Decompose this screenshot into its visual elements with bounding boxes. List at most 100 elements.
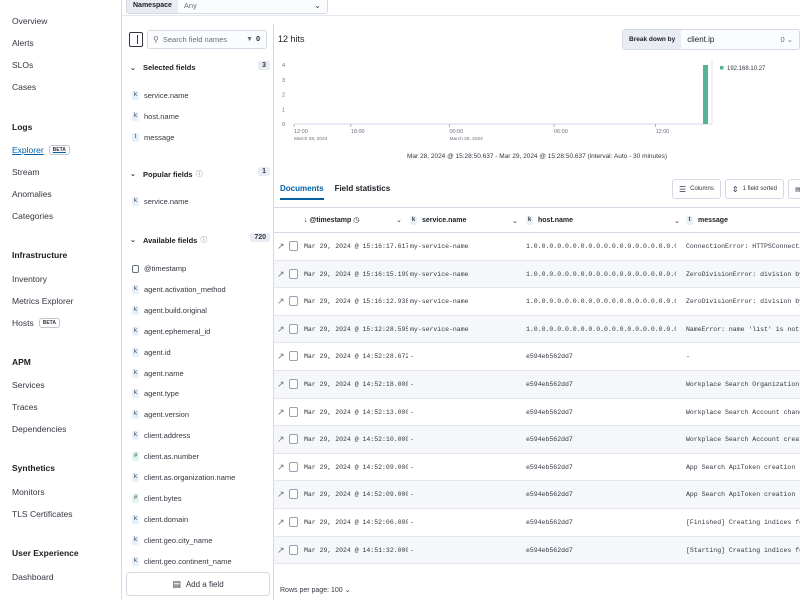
table-row[interactable]: ↗ Mar 29, 2024 @ 14:52:06.000- e594eb562dd… — [274, 509, 800, 537]
field-item[interactable]: k client.geo.city_name — [132, 535, 212, 545]
nav-anomalies[interactable]: Anomalies — [12, 189, 52, 199]
table-row[interactable]: ↗ Mar 29, 2024 @ 14:52:28.672- e594eb562dd… — [274, 343, 800, 371]
nav-cases[interactable]: Cases — [12, 82, 36, 92]
expand-row-icon[interactable]: ↗ — [277, 379, 285, 390]
table-row[interactable]: ↗ Mar 29, 2024 @ 14:51:32.000- e594eb562dd… — [274, 536, 800, 565]
chevron-down-icon[interactable]: ⌄ — [512, 217, 518, 225]
expand-row-icon[interactable]: ↗ — [277, 434, 285, 445]
sidebar-toggle-icon[interactable] — [129, 32, 143, 47]
row-checkbox[interactable] — [289, 544, 298, 555]
field-item[interactable]: k service.name — [132, 197, 189, 206]
field-item[interactable]: # client.bytes — [132, 493, 182, 503]
table-row[interactable]: ↗ Mar 29, 2024 @ 14:52:09.000- e594eb562dd… — [274, 481, 800, 509]
row-checkbox[interactable] — [289, 351, 298, 362]
table-row[interactable]: ↗ Mar 29, 2024 @ 15:16:12.938 my-service-n… — [274, 288, 800, 316]
table-row[interactable]: ↗ Mar 29, 2024 @ 15:16:17.617 my-service-n… — [274, 233, 800, 261]
table-row[interactable]: ↗ Mar 29, 2024 @ 15:12:28.595 my-service-n… — [274, 315, 800, 344]
column-header-message[interactable]: t message — [686, 216, 728, 225]
expand-row-icon[interactable]: ↗ — [277, 545, 285, 556]
field-item[interactable]: k agent.build.original — [132, 305, 207, 315]
field-search-input[interactable] — [162, 35, 235, 44]
nav-explorer[interactable]: Explorer BETA — [12, 145, 70, 155]
host-name-cell: 1.0.0.0.0.0.0.0.0.0.0.0.0.0.0.0.0.0.0.0.… — [526, 243, 676, 250]
chevron-down-icon[interactable]: ⌄ — [674, 217, 680, 225]
columns-button[interactable]: ☰ Columns — [672, 179, 721, 199]
field-item[interactable]: k service.name — [132, 91, 189, 100]
tab-field-statistics[interactable]: Field statistics — [335, 184, 391, 200]
expand-row-icon[interactable]: ↗ — [277, 517, 285, 528]
tab-documents[interactable]: Documents — [280, 184, 324, 200]
nav-inventory[interactable]: Inventory — [12, 274, 47, 284]
expand-row-icon[interactable]: ↗ — [277, 296, 285, 307]
table-row[interactable]: ↗ Mar 29, 2024 @ 14:52:09.000- e594eb562dd… — [274, 454, 800, 482]
field-item[interactable]: k agent.type — [132, 389, 179, 399]
field-item[interactable]: k client.as.organization.name — [132, 473, 235, 482]
field-item[interactable]: k agent.version — [132, 410, 189, 420]
popular-fields-title: Popular fields — [143, 169, 193, 179]
nav-metrics-explorer[interactable]: Metrics Explorer — [12, 296, 73, 306]
rows-per-page-select[interactable]: Rows per page: 100 ⌄ — [280, 586, 350, 594]
row-checkbox[interactable] — [289, 241, 298, 251]
nav-hosts[interactable]: Hosts BETA — [12, 318, 60, 328]
row-checkbox[interactable] — [289, 517, 298, 527]
row-checkbox[interactable] — [289, 296, 298, 307]
expand-row-icon[interactable]: ↗ — [277, 324, 285, 335]
field-item[interactable]: # client.as.number — [132, 452, 199, 462]
field-item[interactable]: k client.domain — [132, 514, 188, 524]
column-header-service-name[interactable]: k service.name ⌄ — [410, 216, 518, 225]
field-item[interactable]: k agent.id — [132, 347, 171, 357]
field-type-filter-button[interactable]: ▼ 0 — [243, 33, 263, 46]
field-item[interactable]: @timestamp — [132, 264, 186, 273]
field-item[interactable]: k agent.activation_method — [132, 284, 226, 294]
expand-row-icon[interactable]: ↗ — [277, 407, 285, 418]
column-header-host-name[interactable]: k host.name ⌄ — [526, 216, 680, 225]
breakdown-value: client.ip — [687, 35, 715, 44]
expand-row-icon[interactable]: ↗ — [277, 462, 285, 473]
histogram-chart[interactable]: 4 3 2 1 0 12:00 March 28, 2024 18:00 00:00 March … — [282, 60, 800, 156]
nav-services[interactable]: Services — [12, 380, 45, 390]
nav-stream[interactable]: Stream — [12, 167, 39, 177]
table-row[interactable]: ↗ Mar 29, 2024 @ 14:52:10.000- e594eb562dd… — [274, 426, 800, 454]
nav-alerts[interactable]: Alerts — [12, 38, 34, 48]
field-item[interactable]: k agent.name — [132, 368, 184, 378]
expand-row-icon[interactable]: ↗ — [277, 351, 285, 362]
nav-dependencies[interactable]: Dependencies — [12, 424, 66, 434]
row-checkbox[interactable] — [289, 268, 298, 279]
nav-traces[interactable]: Traces — [12, 402, 38, 412]
breakdown-select[interactable]: Break down by client.ip 0 ⌄ — [622, 29, 800, 50]
column-header-timestamp[interactable]: ↓ @timestamp ◷ ⌄ — [304, 216, 402, 225]
nav-tls-certificates[interactable]: TLS Certificates — [12, 509, 72, 519]
expand-row-icon[interactable]: ↗ — [277, 269, 285, 280]
field-item[interactable]: k host.name — [132, 112, 179, 121]
nav-dashboard[interactable]: Dashboard — [12, 572, 54, 582]
row-checkbox[interactable] — [289, 461, 298, 472]
row-checkbox[interactable] — [289, 406, 298, 417]
namespace-select[interactable]: Namespace Any ⌄ — [126, 0, 328, 14]
field-item[interactable]: k client.address — [132, 431, 190, 441]
available-fields-toggle[interactable]: ⌄ Available fields ⓘ 720 — [130, 233, 270, 245]
nav-slos[interactable]: SLOs — [12, 60, 33, 70]
row-checkbox[interactable] — [289, 379, 298, 389]
table-row[interactable]: ↗ Mar 29, 2024 @ 15:16:15.199 my-service-n… — [274, 260, 800, 289]
field-item[interactable]: k client.geo.continent_name — [132, 556, 232, 566]
table-row[interactable]: ↗ Mar 29, 2024 @ 14:52:18.000- e594eb562dd… — [274, 371, 800, 399]
row-checkbox[interactable] — [289, 489, 298, 500]
popular-fields-toggle[interactable]: ⌄ Popular fields ⓘ 1 — [130, 167, 270, 179]
fullscreen-button[interactable]: ▤ — [787, 179, 800, 199]
expand-row-icon[interactable]: ↗ — [277, 241, 285, 252]
table-row[interactable]: ↗ Mar 29, 2024 @ 14:52:13.000- e594eb562dd… — [274, 399, 800, 427]
nav-monitors[interactable]: Monitors — [12, 487, 45, 497]
row-checkbox[interactable] — [289, 323, 298, 334]
row-checkbox[interactable] — [289, 434, 298, 445]
field-item[interactable]: k agent.ephemeral_id — [132, 326, 210, 336]
sort-button[interactable]: ⇕ 1 field sorted — [724, 179, 784, 199]
selected-fields-toggle[interactable]: ⌄ Selected fields 3 — [130, 61, 270, 72]
add-field-button[interactable]: ▤ Add a field — [126, 572, 270, 596]
expand-row-icon[interactable]: ↗ — [277, 489, 285, 500]
search-icon: ⚲ — [153, 35, 159, 44]
nav-categories[interactable]: Categories — [12, 211, 53, 221]
chevron-down-icon[interactable]: ⌄ — [396, 216, 402, 224]
nav-overview[interactable]: Overview — [12, 16, 47, 26]
text-type-icon: t — [132, 133, 139, 142]
field-item[interactable]: t message — [132, 133, 174, 142]
